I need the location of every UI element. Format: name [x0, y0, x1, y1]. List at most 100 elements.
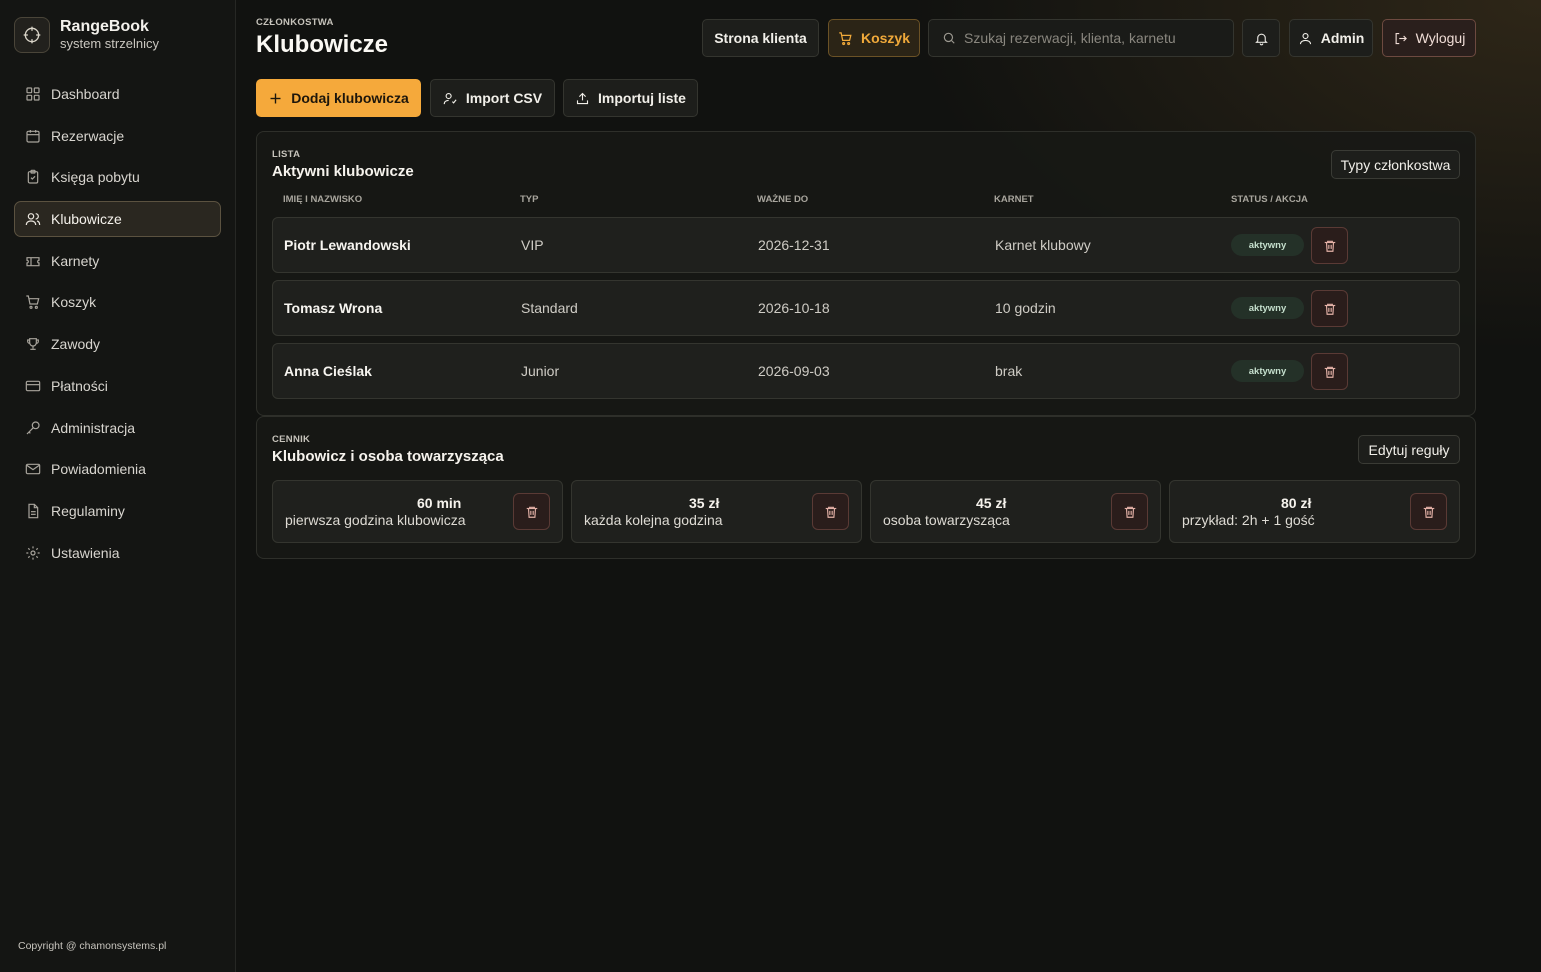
search-input[interactable]: [964, 30, 1224, 46]
price-cards: 60 min pierwsza godzina klubowicza 35 zł…: [272, 480, 1460, 543]
sidebar: RangeBook system strzelnicy Dashboard Re…: [0, 0, 236, 972]
import-list-button[interactable]: Importuj liste: [563, 79, 698, 117]
trash-icon: [1123, 505, 1137, 519]
plus-icon: [268, 91, 283, 106]
search-box[interactable]: [928, 19, 1234, 57]
member-type: VIP: [521, 237, 544, 253]
price-card: 45 zł osoba towarzysząca: [870, 480, 1161, 543]
column-header-pass: KARNET: [994, 194, 1034, 205]
import-csv-label: Import CSV: [465, 90, 543, 106]
member-pass: brak: [995, 363, 1023, 379]
client-page-label: Strona klienta: [714, 30, 807, 46]
members-table: Piotr Lewandowski VIP 2026-12-31 Karnet …: [272, 217, 1460, 406]
trash-icon: [1323, 365, 1337, 379]
document-icon: [25, 503, 41, 519]
delete-member-button[interactable]: [1311, 290, 1348, 327]
sidebar-item-label: Karnety: [51, 252, 100, 269]
sidebar-item-powiadomienia[interactable]: Powiadomienia: [14, 451, 221, 487]
price-description: przykład: 2h + 1 gość: [1182, 512, 1315, 528]
sidebar-item-label: Klubowicze: [51, 211, 122, 228]
cart-icon: [838, 31, 853, 46]
sidebar-nav: Dashboard Rezerwacje Księga pobytu Klubo…: [14, 76, 221, 576]
trash-icon: [824, 505, 838, 519]
import-csv-button[interactable]: Import CSV: [430, 79, 555, 117]
ticket-icon: [25, 253, 41, 269]
status-badge: aktywny: [1231, 234, 1304, 256]
status-badge: aktywny: [1231, 360, 1304, 382]
price-description: osoba towarzysząca: [883, 512, 1010, 528]
sidebar-item-dashboard[interactable]: Dashboard: [14, 76, 221, 112]
sidebar-item-koszyk[interactable]: Koszyk: [14, 284, 221, 320]
member-valid-until: 2026-09-03: [758, 363, 830, 379]
sidebar-item-karnety[interactable]: Karnety: [14, 243, 221, 279]
member-type: Standard: [521, 300, 578, 316]
sidebar-item-label: Powiadomienia: [51, 461, 146, 478]
cart-button[interactable]: Koszyk: [828, 19, 920, 57]
users-icon: [25, 211, 41, 227]
trash-icon: [1323, 239, 1337, 253]
sidebar-item-rezerwacje[interactable]: Rezerwacje: [14, 118, 221, 154]
membership-types-button[interactable]: Typy członkostwa: [1331, 150, 1460, 179]
page-title: Klubowicze: [256, 31, 389, 58]
sidebar-item-ksiega-pobytu[interactable]: Księga pobytu: [14, 159, 221, 195]
sidebar-item-administracja[interactable]: Administracja: [14, 410, 221, 446]
bell-icon: [1254, 31, 1269, 46]
member-valid-until: 2026-12-31: [758, 237, 830, 253]
member-valid-until: 2026-10-18: [758, 300, 830, 316]
cart-label: Koszyk: [860, 30, 911, 46]
delete-price-button[interactable]: [1410, 493, 1447, 530]
delete-price-button[interactable]: [812, 493, 849, 530]
price-description: pierwsza godzina klubowicza: [285, 512, 466, 528]
price-card: 80 zł przykład: 2h + 1 gość: [1169, 480, 1460, 543]
sidebar-item-zawody[interactable]: Zawody: [14, 326, 221, 362]
delete-member-button[interactable]: [1311, 227, 1348, 264]
search-icon: [942, 31, 956, 45]
add-member-button[interactable]: Dodaj klubowicza: [256, 79, 421, 117]
gear-icon: [25, 545, 41, 561]
import-list-label: Importuj liste: [598, 90, 686, 106]
table-row[interactable]: Piotr Lewandowski VIP 2026-12-31 Karnet …: [272, 217, 1460, 273]
member-name: Tomasz Wrona: [284, 300, 383, 316]
page-eyebrow: CZŁONKOSTWA: [256, 17, 334, 28]
grid-icon: [25, 86, 41, 102]
member-type: Junior: [521, 363, 560, 379]
delete-price-button[interactable]: [513, 493, 550, 530]
logout-button[interactable]: Wyloguj: [1382, 19, 1476, 57]
upload-icon: [575, 91, 590, 106]
sidebar-item-label: Koszyk: [51, 294, 97, 311]
delete-member-button[interactable]: [1311, 353, 1348, 390]
brand-subtitle: system strzelnicy: [60, 36, 159, 51]
admin-button[interactable]: Admin: [1289, 19, 1373, 57]
trash-icon: [1422, 505, 1436, 519]
trophy-icon: [25, 336, 41, 352]
notifications-button[interactable]: [1242, 19, 1280, 57]
brand-name: RangeBook: [60, 18, 149, 35]
add-member-label: Dodaj klubowicza: [291, 90, 409, 106]
delete-price-button[interactable]: [1111, 493, 1148, 530]
price-card: 60 min pierwsza godzina klubowicza: [272, 480, 563, 543]
price-value: 35 zł: [689, 495, 720, 511]
table-row[interactable]: Tomasz Wrona Standard 2026-10-18 10 godz…: [272, 280, 1460, 336]
sidebar-item-regulaminy[interactable]: Regulaminy: [14, 493, 221, 529]
member-name: Piotr Lewandowski: [284, 237, 411, 253]
table-row[interactable]: Anna Cieślak Junior 2026-09-03 brak akty…: [272, 343, 1460, 399]
clipboard-icon: [25, 169, 41, 185]
logout-label: Wyloguj: [1415, 30, 1466, 46]
brand[interactable]: RangeBook system strzelnicy: [14, 17, 159, 53]
price-value: 80 zł: [1281, 495, 1312, 511]
calendar-icon: [25, 128, 41, 144]
sidebar-item-klubowicze[interactable]: Klubowicze: [14, 201, 221, 238]
client-page-button[interactable]: Strona klienta: [702, 19, 819, 57]
edit-rules-button[interactable]: Edytuj reguły: [1358, 435, 1460, 464]
copyright: Copyright @ chamonsystems.pl: [18, 940, 167, 952]
column-header-type: TYP: [520, 194, 539, 205]
price-description: każda kolejna godzina: [584, 512, 723, 528]
sidebar-item-platnosci[interactable]: Płatności: [14, 368, 221, 404]
card-icon: [25, 378, 41, 394]
members-eyebrow: LISTA: [272, 149, 301, 160]
price-value: 60 min: [417, 495, 462, 511]
trash-icon: [1323, 302, 1337, 316]
members-title: Aktywni klubowicze: [272, 163, 414, 180]
sidebar-item-ustawienia[interactable]: Ustawienia: [14, 535, 221, 571]
price-value: 45 zł: [976, 495, 1007, 511]
